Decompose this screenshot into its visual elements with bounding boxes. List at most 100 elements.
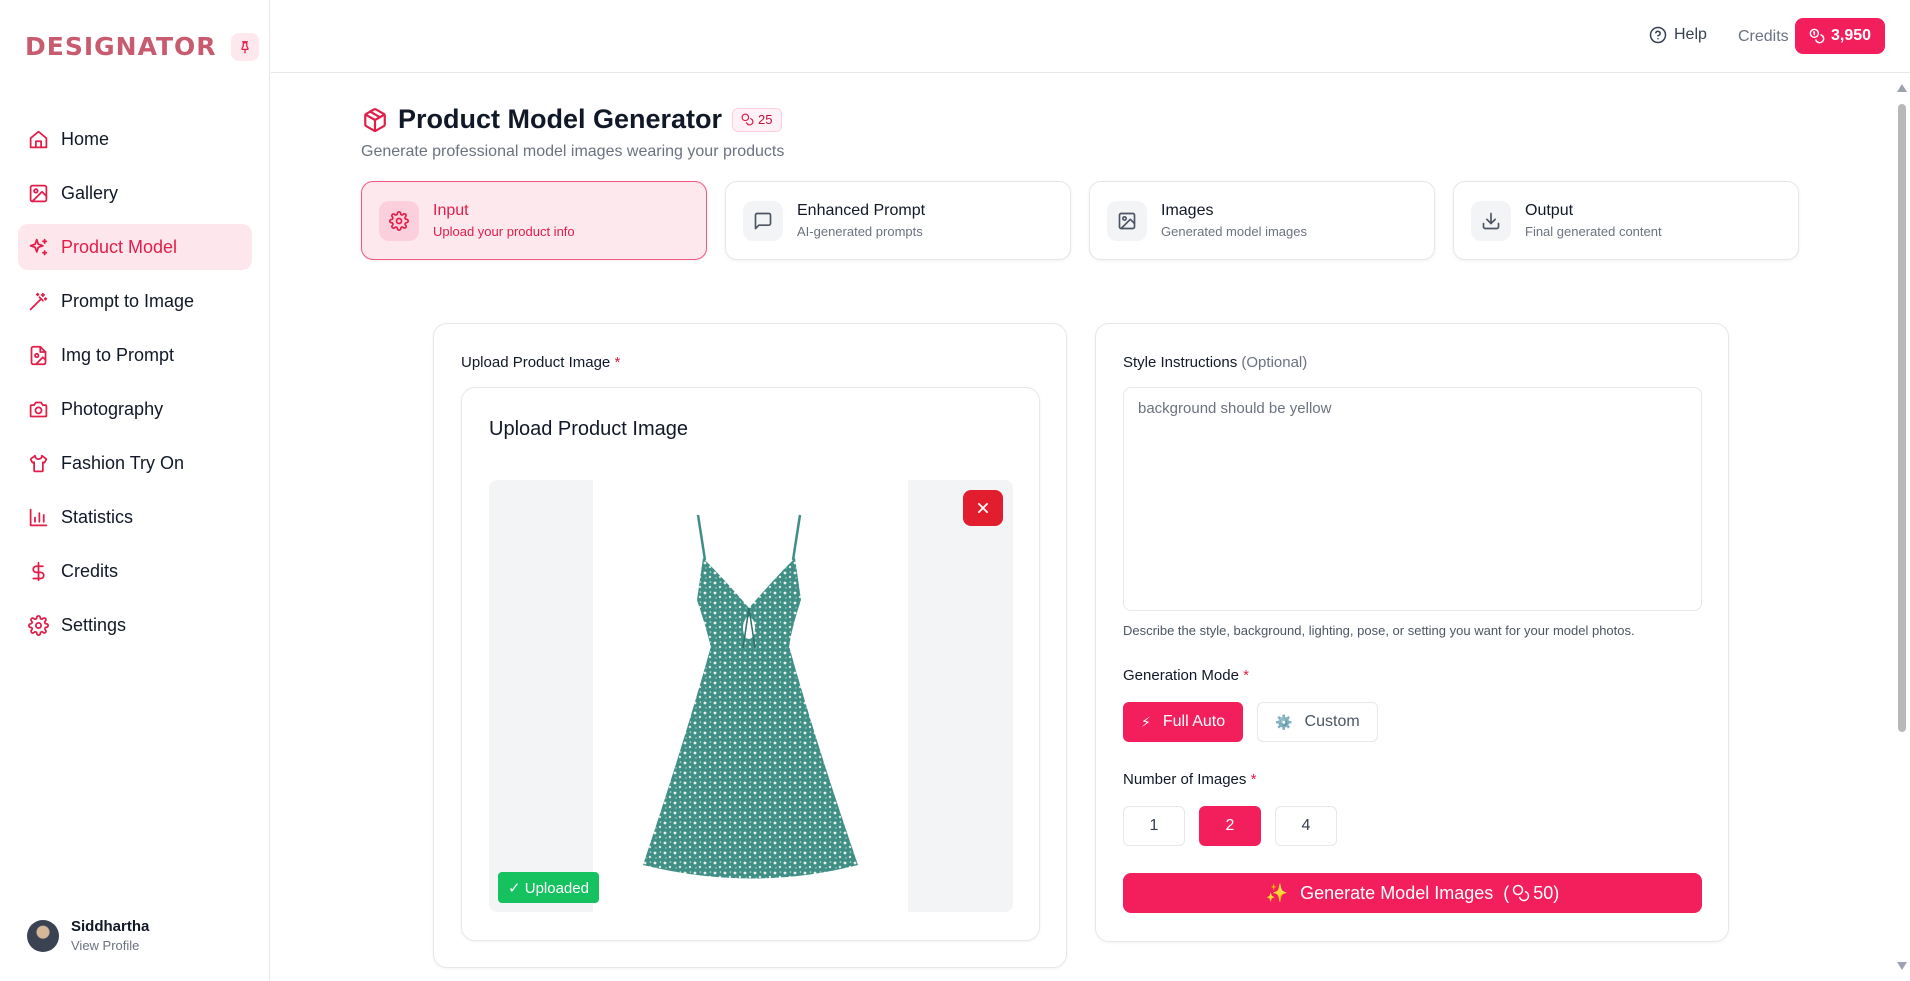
- custom-button[interactable]: ⚙️ Custom: [1257, 702, 1378, 742]
- step-icon-wrap: [1107, 200, 1147, 241]
- required-mark: *: [1243, 667, 1249, 684]
- cost-value: 25: [758, 112, 773, 127]
- image-preview: ✓ Uploaded: [489, 480, 1013, 912]
- camera-icon: [27, 398, 49, 420]
- sidebar-item-label: Fashion Try On: [61, 452, 185, 473]
- options-card: Style Instructions (Optional) background…: [1095, 323, 1729, 942]
- gear-icon: [389, 210, 409, 231]
- style-instructions-textarea[interactable]: background should be yellow: [1123, 387, 1702, 611]
- number-of-images-label: Number of Images *: [1123, 771, 1256, 788]
- generation-mode-label: Generation Mode *: [1123, 667, 1249, 684]
- upload-box-title: Upload Product Image: [489, 418, 689, 440]
- step-tabs: Input Upload your product info Enhanced …: [361, 181, 1799, 260]
- gallery-icon: [27, 182, 49, 204]
- avatar: [27, 919, 59, 952]
- sparkles-icon: ✨: [1265, 882, 1289, 903]
- sidebar-item-img-to-prompt[interactable]: Img to Prompt: [18, 332, 252, 378]
- sidebar-item-prompt-to-image[interactable]: Prompt to Image: [18, 278, 252, 324]
- user-profile[interactable]: Siddhartha View Profile: [27, 918, 149, 953]
- step-output[interactable]: Output Final generated content: [1453, 181, 1799, 260]
- generation-mode-label-text: Generation Mode: [1123, 667, 1239, 684]
- generate-cost: ( 50 ): [1503, 883, 1559, 904]
- help-button[interactable]: Help: [1649, 26, 1707, 44]
- dress-image: [643, 514, 858, 879]
- generate-model-images-button[interactable]: ✨ Generate Model Images ( 50 ): [1123, 873, 1702, 913]
- cost-open-paren: (: [1503, 882, 1510, 903]
- scroll-down-arrow-icon[interactable]: [1897, 962, 1907, 970]
- images-count-2-button[interactable]: 2: [1199, 806, 1261, 846]
- sidebar-item-label: Settings: [61, 614, 127, 635]
- remove-image-button[interactable]: [963, 490, 1003, 526]
- step-text: Input Upload your product info: [433, 202, 575, 239]
- logo-row: DESIGNATOR: [25, 32, 259, 61]
- sidebar-item-fashion-try-on[interactable]: Fashion Try On: [18, 440, 252, 486]
- upload-dropzone[interactable]: Upload Product Image ✓ Uploaded: [461, 387, 1040, 941]
- download-icon: [1482, 212, 1500, 229]
- images-count-1-button[interactable]: 1: [1123, 806, 1185, 846]
- cost-close-paren: ): [1553, 882, 1560, 903]
- sidebar-item-home[interactable]: Home: [18, 116, 252, 162]
- product-image: [593, 480, 908, 912]
- scrollbar[interactable]: [1894, 74, 1910, 981]
- sparkles-icon: [27, 236, 49, 258]
- message-icon: [754, 212, 772, 229]
- upload-card: Upload Product Image * Upload Product Im…: [433, 323, 1067, 968]
- gear-icon: [27, 614, 49, 636]
- sidebar-item-label: Credits: [61, 560, 119, 581]
- step-images[interactable]: Images Generated model images: [1089, 181, 1435, 260]
- pin-icon: [240, 40, 249, 53]
- home-icon: [27, 128, 49, 150]
- generation-mode-options: ⚡ Full Auto ⚙️ Custom: [1123, 702, 1392, 742]
- step-text: Images Generated model images: [1161, 202, 1307, 239]
- page-header: Product Model Generator 25: [362, 104, 782, 135]
- step-subtitle: Upload your product info: [433, 224, 575, 239]
- full-auto-button[interactable]: ⚡ Full Auto: [1123, 702, 1244, 742]
- sidebar-item-product-model[interactable]: Product Model: [18, 224, 252, 270]
- step-enhanced-prompt[interactable]: Enhanced Prompt AI-generated prompts: [725, 181, 1071, 260]
- help-label: Help: [1674, 26, 1707, 43]
- profile-text: Siddhartha View Profile: [71, 918, 149, 953]
- full-auto-label: Full Auto: [1162, 713, 1226, 730]
- step-title: Output: [1525, 202, 1574, 219]
- number-of-images-label-text: Number of Images: [1123, 771, 1247, 788]
- sidebar-item-photography[interactable]: Photography: [18, 386, 252, 432]
- scroll-up-arrow-icon[interactable]: [1897, 84, 1907, 92]
- wand-icon: [27, 290, 49, 312]
- sidebar-item-label: Img to Prompt: [61, 344, 175, 365]
- profile-name: Siddhartha: [71, 918, 150, 935]
- help-icon: [1649, 26, 1667, 44]
- sidebar-item-statistics[interactable]: Statistics: [18, 494, 252, 540]
- page-subtitle: Generate professional model images weari…: [361, 143, 785, 160]
- step-input[interactable]: Input Upload your product info: [361, 181, 707, 260]
- credits-value: 3,950: [1831, 27, 1872, 44]
- style-label: Style Instructions (Optional): [1123, 354, 1307, 371]
- step-title: Enhanced Prompt: [797, 202, 926, 219]
- sidebar-item-gallery[interactable]: Gallery: [18, 170, 252, 216]
- pin-sidebar-button[interactable]: [230, 32, 259, 61]
- bar-chart-icon: [27, 506, 49, 528]
- package-icon: [364, 107, 386, 132]
- step-text: Output Final generated content: [1525, 202, 1662, 239]
- close-icon: [978, 503, 988, 513]
- logo: DESIGNATOR: [25, 32, 217, 61]
- view-profile-link[interactable]: View Profile: [71, 938, 149, 953]
- credits-balance-button[interactable]: 3,950: [1795, 18, 1886, 54]
- sidebar-item-label: Home: [61, 128, 110, 149]
- custom-label: Custom: [1304, 713, 1360, 730]
- topbar: Help Credits 3,950: [271, 0, 1910, 73]
- required-mark: *: [614, 354, 621, 371]
- style-label-text: Style Instructions: [1123, 354, 1238, 371]
- step-title: Input: [433, 202, 469, 219]
- lightning-icon: ⚡: [1141, 713, 1151, 730]
- image-icon: [1118, 212, 1136, 229]
- sidebar-item-label: Statistics: [61, 506, 134, 527]
- required-mark: *: [1250, 771, 1257, 788]
- images-count-4-button[interactable]: 4: [1275, 806, 1337, 846]
- scroll-thumb[interactable]: [1898, 104, 1906, 732]
- sidebar-item-credits[interactable]: Credits: [18, 548, 252, 594]
- step-icon-wrap: [1471, 200, 1511, 241]
- page-title: Product Model Generator: [398, 104, 723, 134]
- generate-cost-value: 50: [1533, 882, 1554, 903]
- style-hint: Describe the style, background, lighting…: [1123, 623, 1635, 638]
- sidebar-item-settings[interactable]: Settings: [18, 602, 252, 648]
